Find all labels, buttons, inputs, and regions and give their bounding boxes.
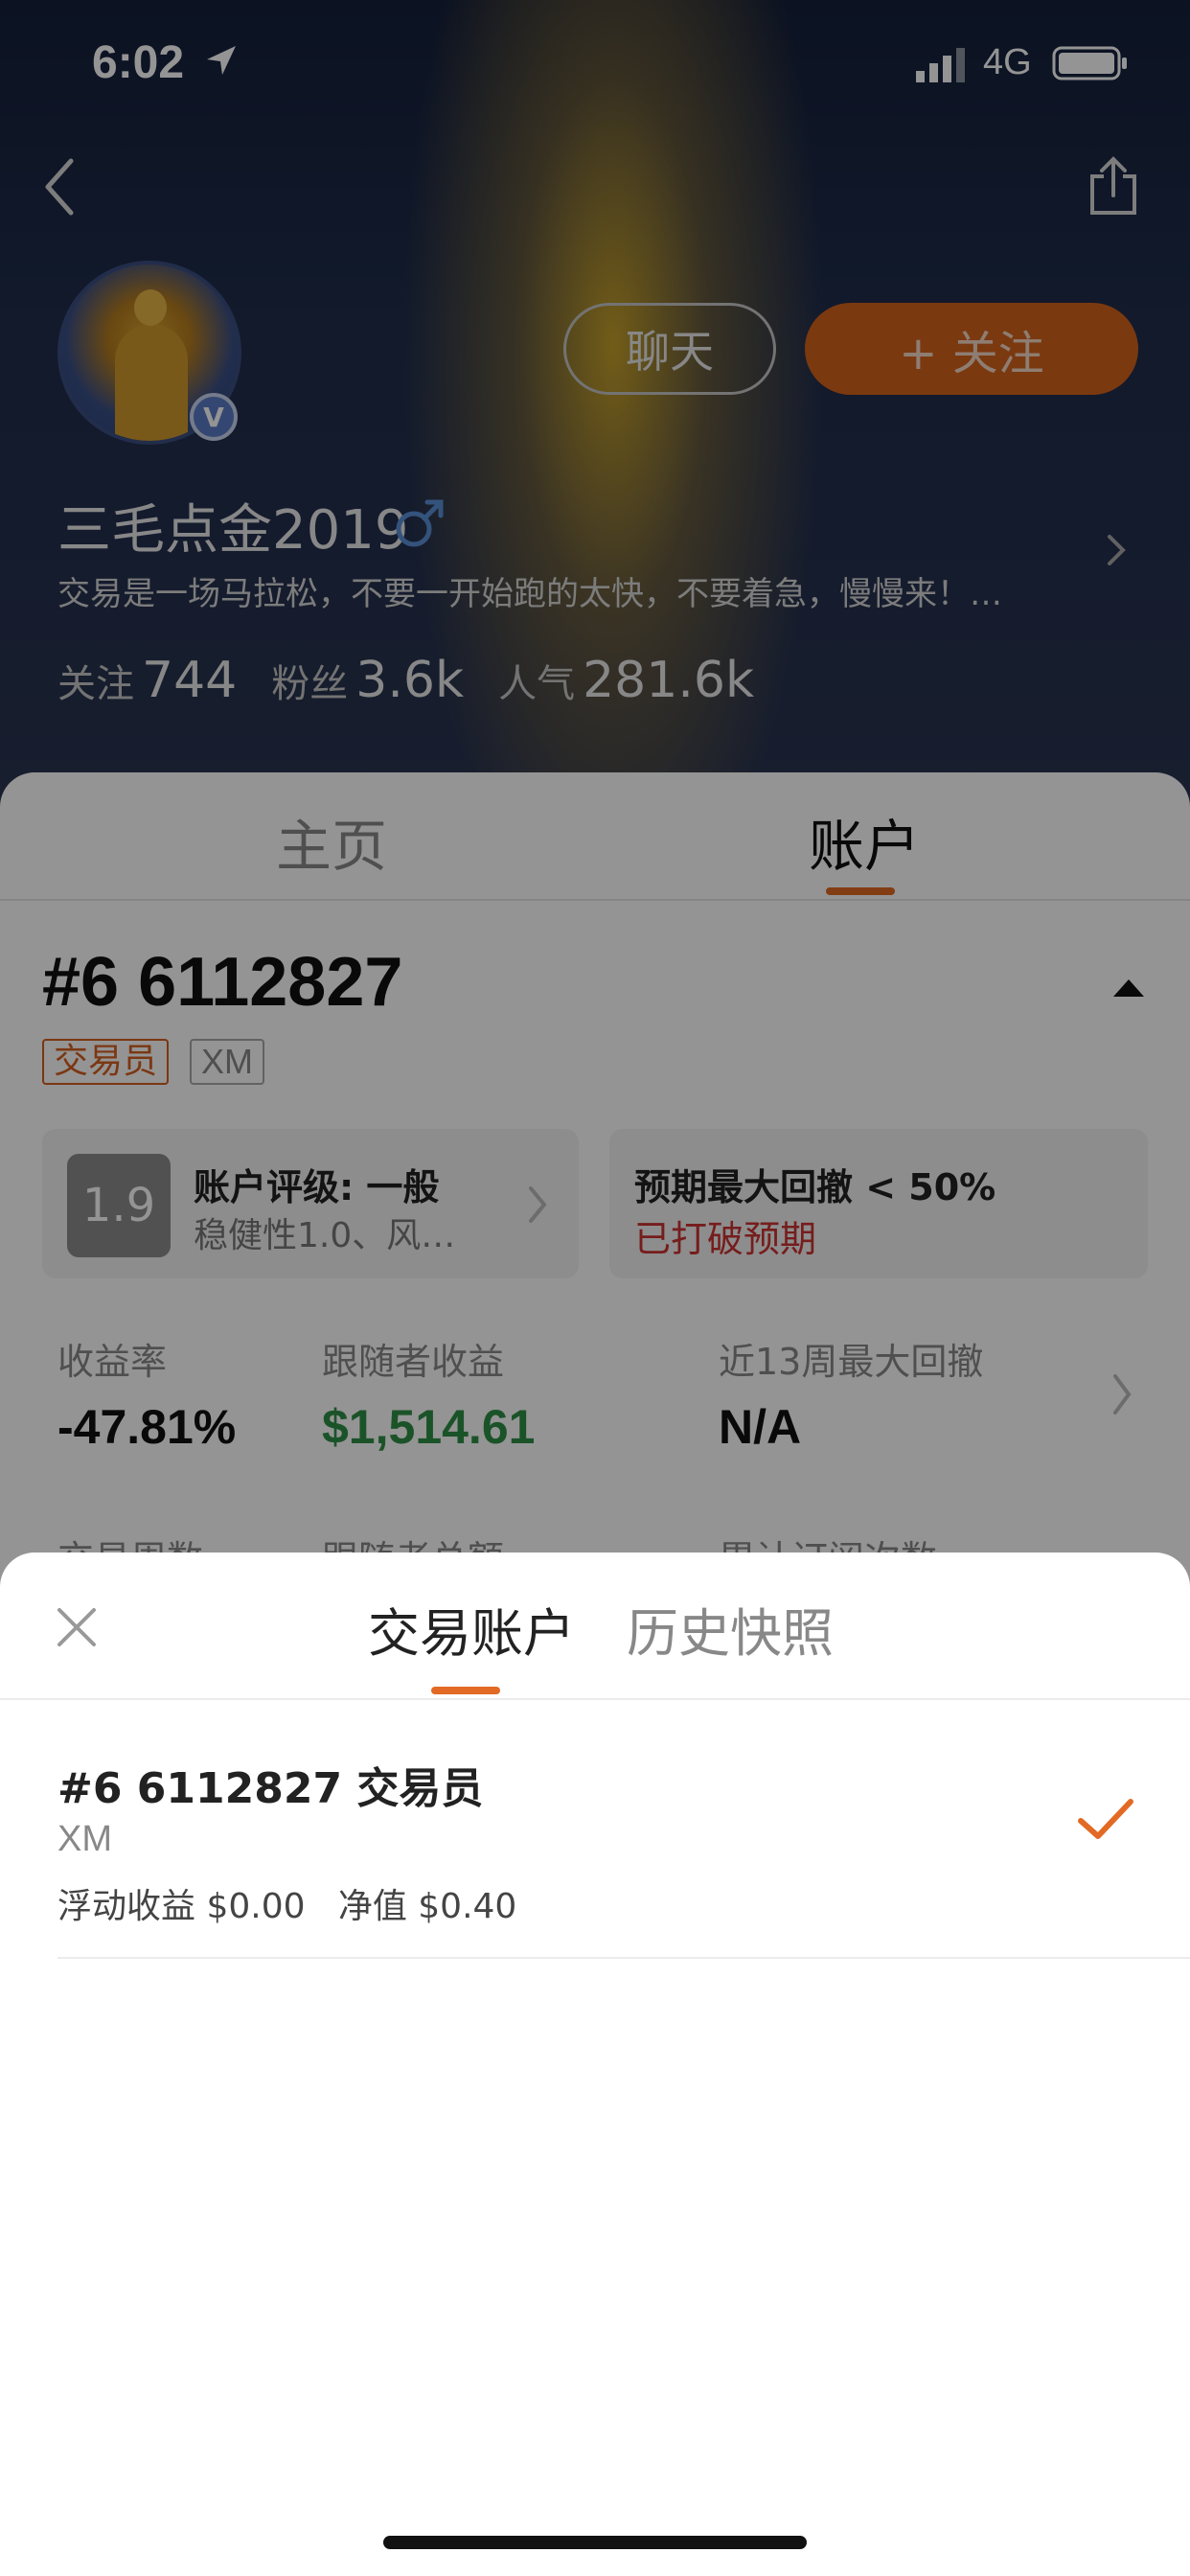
tab-trading-accounts[interactable]: 交易账户 xyxy=(368,1591,575,1667)
account-picker-sheet: 交易账户 历史快照 #6 6112827 交易员 XM 浮动收益 $0.00 净… xyxy=(0,1552,1190,2576)
account-item-stats: 浮动收益 $0.00 净值 $0.40 xyxy=(57,1887,517,1926)
account-item-broker: XM xyxy=(57,1819,112,1859)
tab-history-snapshots[interactable]: 历史快照 xyxy=(627,1591,834,1667)
account-item-title: #6 6112827 交易员 xyxy=(57,1764,484,1813)
sheet-tab-indicator xyxy=(431,1687,500,1694)
divider xyxy=(57,1957,1190,1959)
home-indicator[interactable] xyxy=(383,2536,807,2549)
close-icon[interactable] xyxy=(56,1606,98,1648)
list-item[interactable]: #6 6112827 交易员 XM 浮动收益 $0.00 净值 $0.40 xyxy=(0,1700,1190,1959)
checkmark-icon xyxy=(1078,1799,1133,1839)
